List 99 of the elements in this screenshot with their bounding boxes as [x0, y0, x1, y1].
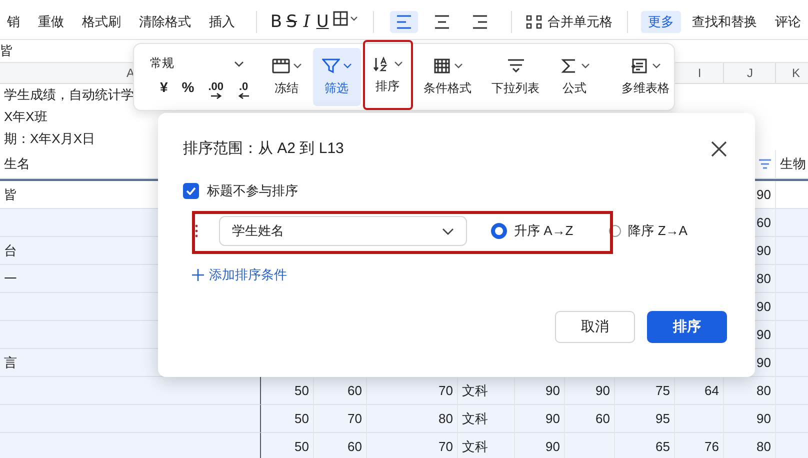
align-center-icon — [434, 14, 450, 28]
list-dropdown-icon — [506, 58, 525, 74]
ribbon-button[interactable]: 筛选 — [312, 48, 361, 106]
table-cell: 90 — [546, 439, 560, 454]
format-button[interactable]: U — [316, 12, 329, 32]
table-cell: 76 — [704, 439, 719, 454]
toolbar-button[interactable]: 插入 — [202, 10, 242, 32]
format-button[interactable]: S — [286, 12, 298, 32]
table-cell: 80 — [756, 383, 771, 398]
table-cell: 一 — [4, 270, 17, 288]
table-cell: 50 — [294, 383, 309, 398]
column-select[interactable]: 学生姓名 — [219, 216, 467, 246]
formula-value: 皆 — [0, 42, 13, 60]
checkbox-label: 标题不参与排序 — [207, 182, 298, 200]
table-cell: 文科 — [462, 382, 488, 400]
frozen-grid-icon — [272, 58, 290, 74]
table-cell: 90 — [546, 383, 560, 398]
table-cell: 64 — [704, 383, 719, 398]
toolbar-button[interactable]: 评论 — [768, 10, 808, 32]
toolbar-button[interactable]: 清除格式 — [132, 10, 198, 32]
table-cell: 90 — [596, 383, 610, 398]
number-format-button[interactable]: .0 — [238, 82, 250, 99]
table-cell: 80 — [438, 411, 453, 426]
number-format-dropdown[interactable]: 常规 — [150, 55, 250, 72]
plus-icon — [192, 269, 204, 281]
filter-icon[interactable] — [759, 159, 771, 169]
close-icon[interactable] — [711, 140, 727, 156]
table-cell: 50 — [294, 439, 309, 454]
table-cell: 90 — [756, 243, 771, 258]
ribbon-button[interactable]: 下拉列表 — [482, 48, 549, 106]
dialog-button[interactable]: 取消 — [555, 311, 635, 343]
chevron-down-icon — [234, 60, 244, 66]
table-cell: 60 — [348, 383, 362, 398]
number-format-button[interactable]: % — [182, 82, 194, 99]
align-button[interactable] — [390, 10, 418, 32]
sigma-icon — [560, 58, 578, 74]
table-cell: 学生成绩，自动统计学 — [4, 86, 134, 104]
format-button[interactable]: B — [270, 12, 282, 32]
table-cell: 70 — [438, 439, 453, 454]
table-cell: 生物 — [780, 155, 806, 173]
number-format-button[interactable]: .00 — [208, 82, 224, 99]
ribbon-button[interactable]: 多维表格 — [612, 48, 679, 106]
table-cell: 文科 — [462, 438, 488, 456]
table-cell: 生名 — [4, 155, 30, 173]
table-cell: 80 — [756, 271, 771, 286]
table-sheet-icon — [630, 58, 649, 74]
filter-icon — [322, 58, 340, 74]
borders-icon — [332, 11, 359, 27]
checkbox[interactable] — [183, 183, 199, 199]
grid-icon — [432, 58, 451, 74]
format-button[interactable]: I — [301, 12, 312, 32]
dialog-title: 排序范围：从 A2 到 L13 — [183, 139, 344, 158]
table-cell: 70 — [348, 411, 362, 426]
arrow-right-icon — [210, 93, 222, 99]
table-cell: 90 — [756, 327, 771, 342]
column-header[interactable]: J — [747, 66, 753, 80]
column-header[interactable]: I — [698, 66, 702, 80]
check-icon — [186, 187, 196, 195]
merge-cells-icon — [526, 14, 542, 28]
table-cell: 60 — [348, 439, 362, 454]
ribbon-button[interactable]: 冻结 — [262, 48, 311, 106]
table-cell: 90 — [756, 411, 771, 426]
ribbon-button[interactable]: 条件格式 — [414, 48, 481, 106]
arrow-left-icon — [238, 93, 250, 99]
table-cell: 65 — [656, 439, 670, 454]
table-cell: 95 — [656, 411, 670, 426]
chevron-down-icon — [442, 228, 454, 234]
table-cell: 期：X年X月X日 — [4, 130, 96, 148]
sort-order-radio[interactable]: 降序 Z→A — [609, 222, 688, 240]
table-cell: 台 — [4, 242, 17, 260]
table-cell: 60 — [756, 215, 771, 230]
align-left-icon — [396, 14, 412, 28]
table-cell: 皆 — [4, 186, 17, 204]
add-condition-link[interactable]: 添加排序条件 — [192, 266, 727, 284]
table-cell: 50 — [294, 411, 309, 426]
table-cell: 70 — [438, 383, 453, 398]
table-cell: 言 — [4, 354, 17, 372]
table-cell: 80 — [756, 439, 771, 454]
ribbon-button[interactable]: 公式 — [550, 48, 599, 106]
toolbar-button[interactable]: 格式刷 — [75, 10, 128, 32]
ribbon-button[interactable]: 排序 — [362, 40, 413, 110]
table-cell: 90 — [756, 299, 771, 314]
table-cell: 文科 — [462, 410, 488, 428]
table-cell: 90 — [756, 355, 771, 370]
toolbar-button[interactable]: 销 — [0, 10, 27, 32]
toolbar-button[interactable]: 重做 — [31, 10, 71, 32]
number-format-button[interactable]: ¥ — [160, 82, 168, 99]
table-cell: 90 — [756, 187, 771, 202]
table-cell: 90 — [546, 411, 560, 426]
table-cell: X年X班 — [4, 108, 48, 126]
table-cell: 75 — [656, 383, 670, 398]
column-header[interactable]: K — [792, 66, 800, 80]
align-right-icon — [472, 14, 488, 28]
table-cell: 60 — [596, 411, 610, 426]
dialog-button[interactable]: 排序 — [647, 311, 727, 343]
sort-order-radio[interactable]: 升序 A→Z — [491, 222, 574, 240]
toolbar-button[interactable]: 查找和替换 — [684, 10, 764, 32]
toolbar-button[interactable]: 更多 — [640, 10, 681, 32]
merge-cells-button[interactable]: 合并单元格 — [526, 12, 613, 30]
